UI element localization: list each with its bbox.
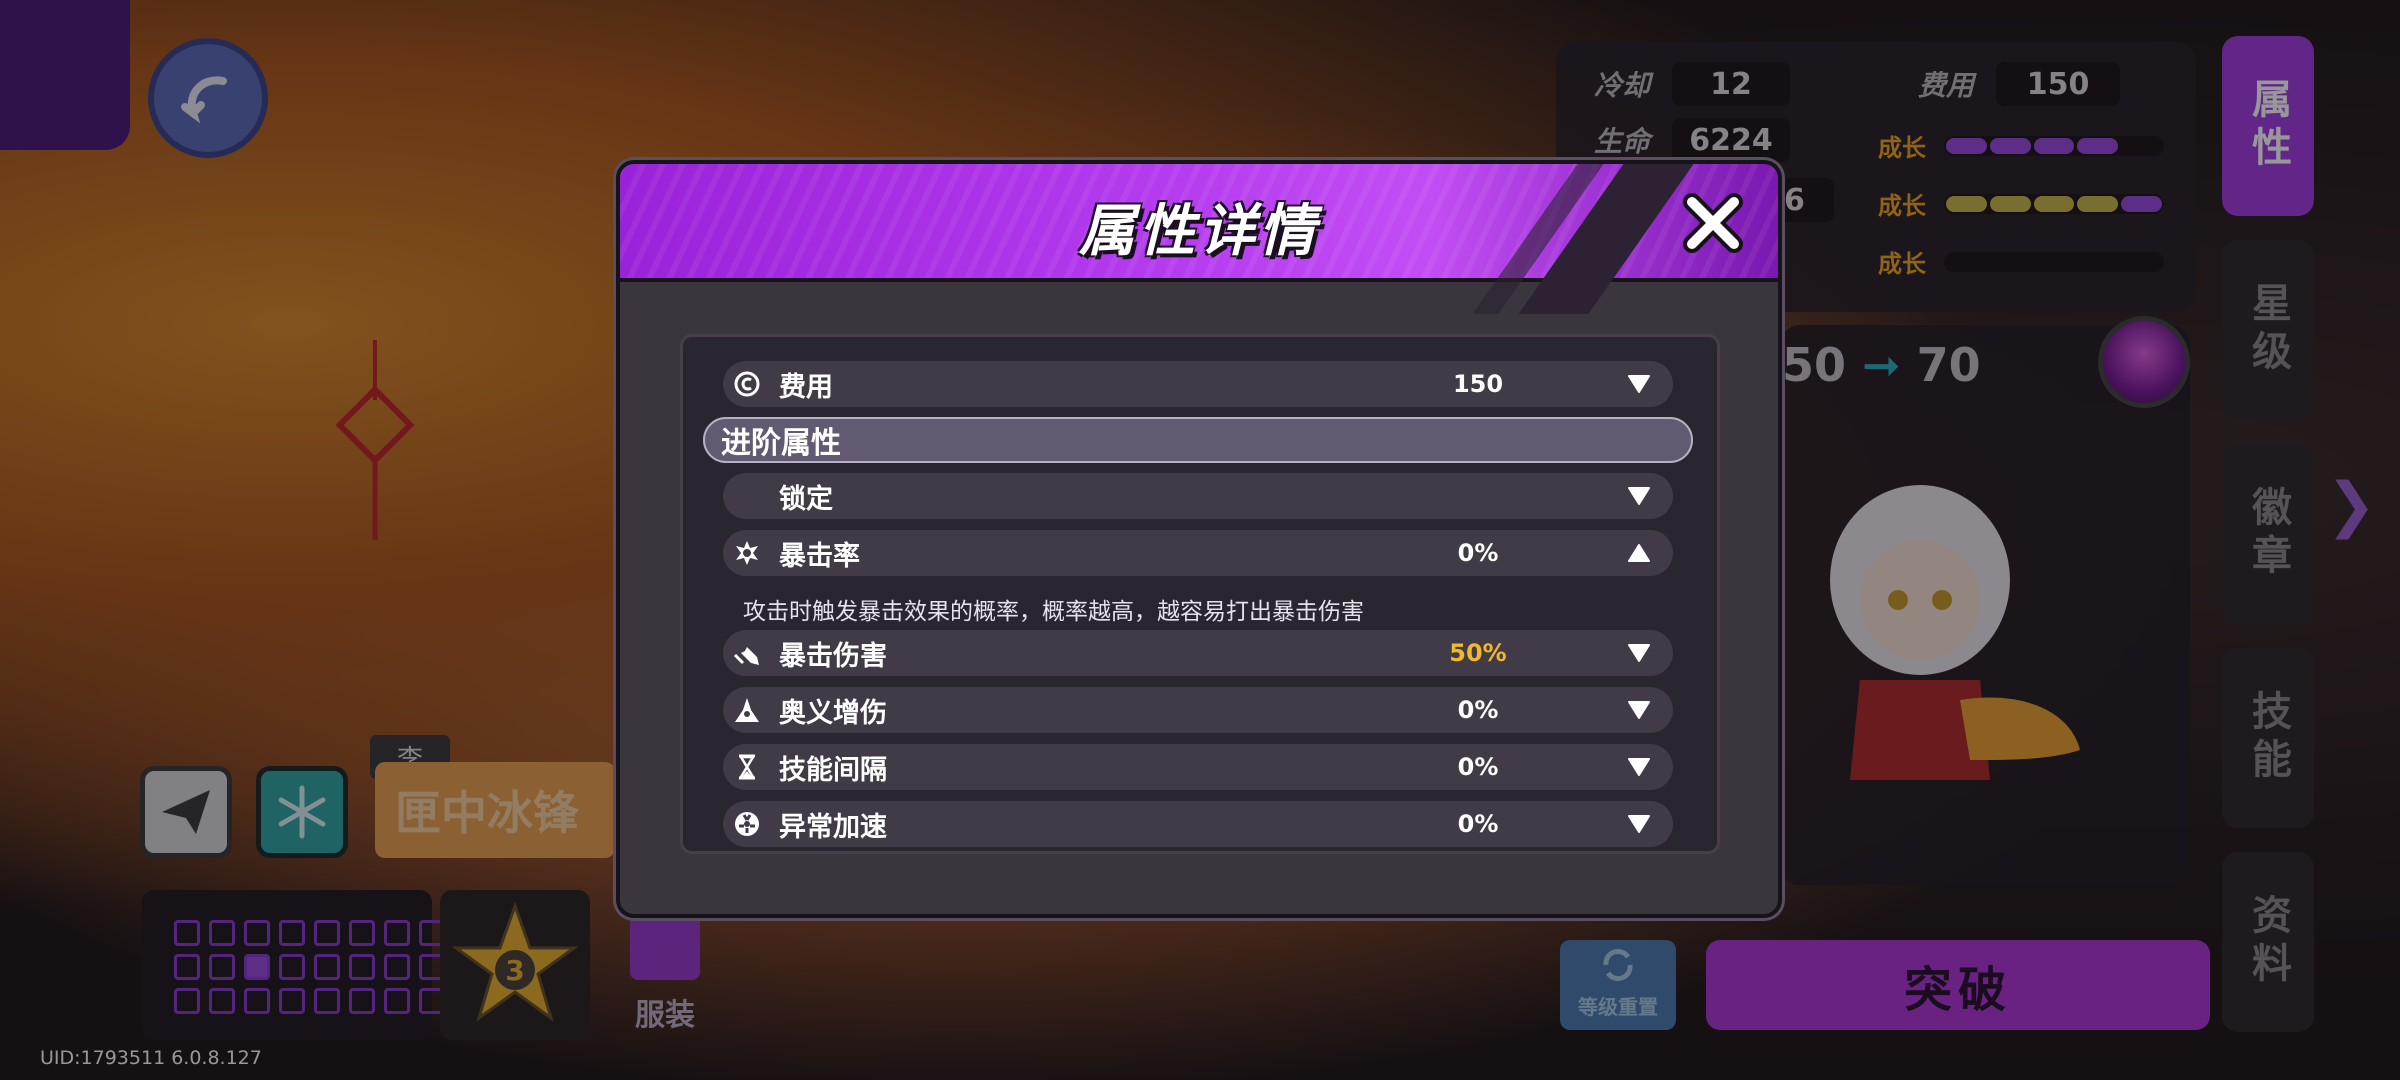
cost-icon bbox=[733, 370, 761, 398]
crit-rate-icon bbox=[733, 539, 761, 567]
attribute-list-panel: 费用 150 进阶属性 锁定 暴击率 0% 攻击时触发暴击效果的概率，概率越高，… bbox=[680, 334, 1720, 854]
dialog-header: 属性详情 bbox=[620, 164, 1778, 314]
attribute-label: 异常加速 bbox=[779, 811, 887, 843]
chevron-down-icon[interactable] bbox=[1627, 485, 1651, 507]
chevron-down-icon[interactable] bbox=[1627, 813, 1651, 835]
attribute-label: 费用 bbox=[779, 371, 833, 403]
attribute-value: 0% bbox=[1457, 696, 1499, 724]
chevron-down-icon[interactable] bbox=[1627, 699, 1651, 721]
dialog-title: 属性详情 bbox=[1079, 199, 1319, 264]
attribute-row-crit-rate[interactable]: 暴击率 0% bbox=[723, 530, 1673, 576]
attribute-value: 0% bbox=[1457, 539, 1499, 567]
attribute-row-ultimate-boost[interactable]: 奥义增伤 0% bbox=[723, 687, 1673, 733]
close-icon[interactable] bbox=[1680, 190, 1746, 256]
attribute-value: 0% bbox=[1457, 753, 1499, 781]
attribute-row-status-speed[interactable]: 异常加速 0% bbox=[723, 801, 1673, 847]
crit-rate-description: 攻击时触发暴击效果的概率，概率越高，越容易打出暴击伤害 bbox=[743, 599, 1364, 625]
attribute-details-dialog: 属性详情 费用 150 进阶属性 锁定 暴击率 0% 攻击时触发暴击效果的概率，… bbox=[616, 160, 1782, 918]
radiation-icon bbox=[733, 810, 761, 838]
blank-icon bbox=[733, 482, 761, 510]
attribute-label: 技能间隔 bbox=[779, 754, 887, 786]
chevron-down-icon[interactable] bbox=[1627, 373, 1651, 395]
attribute-label: 暴击率 bbox=[779, 540, 860, 572]
crit-damage-icon bbox=[733, 639, 761, 667]
chevron-down-icon[interactable] bbox=[1627, 756, 1651, 778]
section-header-advanced: 进阶属性 bbox=[703, 417, 1693, 463]
attribute-value: 50% bbox=[1449, 639, 1507, 667]
chevron-up-icon[interactable] bbox=[1627, 542, 1651, 564]
attribute-value: 150 bbox=[1452, 370, 1504, 398]
attribute-row-skill-interval[interactable]: 技能间隔 0% bbox=[723, 744, 1673, 790]
attribute-value: 0% bbox=[1457, 810, 1499, 838]
chevron-down-icon[interactable] bbox=[1627, 642, 1651, 664]
attribute-label: 锁定 bbox=[779, 483, 833, 515]
attribute-row-cost[interactable]: 费用 150 bbox=[723, 361, 1673, 407]
ultimate-boost-icon bbox=[733, 696, 761, 724]
attribute-label: 奥义增伤 bbox=[779, 697, 887, 729]
attribute-row-crit-damage[interactable]: 暴击伤害 50% bbox=[723, 630, 1673, 676]
hourglass-icon bbox=[733, 753, 761, 781]
attribute-label: 暴击伤害 bbox=[779, 640, 887, 672]
attribute-row-lock[interactable]: 锁定 bbox=[723, 473, 1673, 519]
